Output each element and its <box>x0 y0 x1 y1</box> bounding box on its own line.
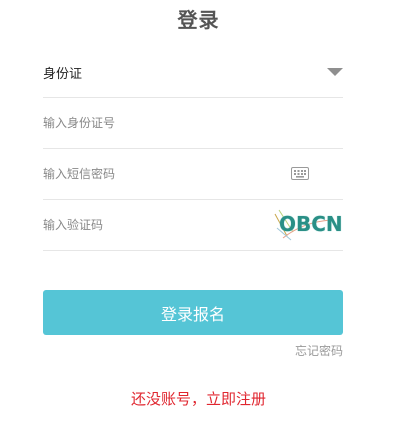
keyboard-icon[interactable] <box>291 167 309 180</box>
forgot-password-link[interactable]: 忘记密码 <box>295 342 343 359</box>
captcha-image[interactable]: OBCN <box>273 208 343 242</box>
captcha-code-text: OBCN <box>279 212 343 236</box>
captcha-input[interactable] <box>43 218 263 232</box>
id-type-selected-value: 身份证 <box>43 66 83 82</box>
id-number-row <box>43 98 343 149</box>
sms-code-row <box>43 149 343 200</box>
register-link[interactable]: 还没账号，立即注册 <box>0 388 397 409</box>
id-number-input[interactable] <box>43 116 263 130</box>
sms-code-input[interactable] <box>43 167 263 181</box>
captcha-row: OBCN <box>43 200 343 251</box>
chevron-down-icon[interactable] <box>327 68 343 76</box>
login-register-button[interactable]: 登录报名 <box>43 290 343 335</box>
login-form: 身份证 OBCN <box>43 47 343 251</box>
page-title: 登录 <box>177 8 220 32</box>
id-type-select[interactable]: 身份证 <box>43 47 343 98</box>
